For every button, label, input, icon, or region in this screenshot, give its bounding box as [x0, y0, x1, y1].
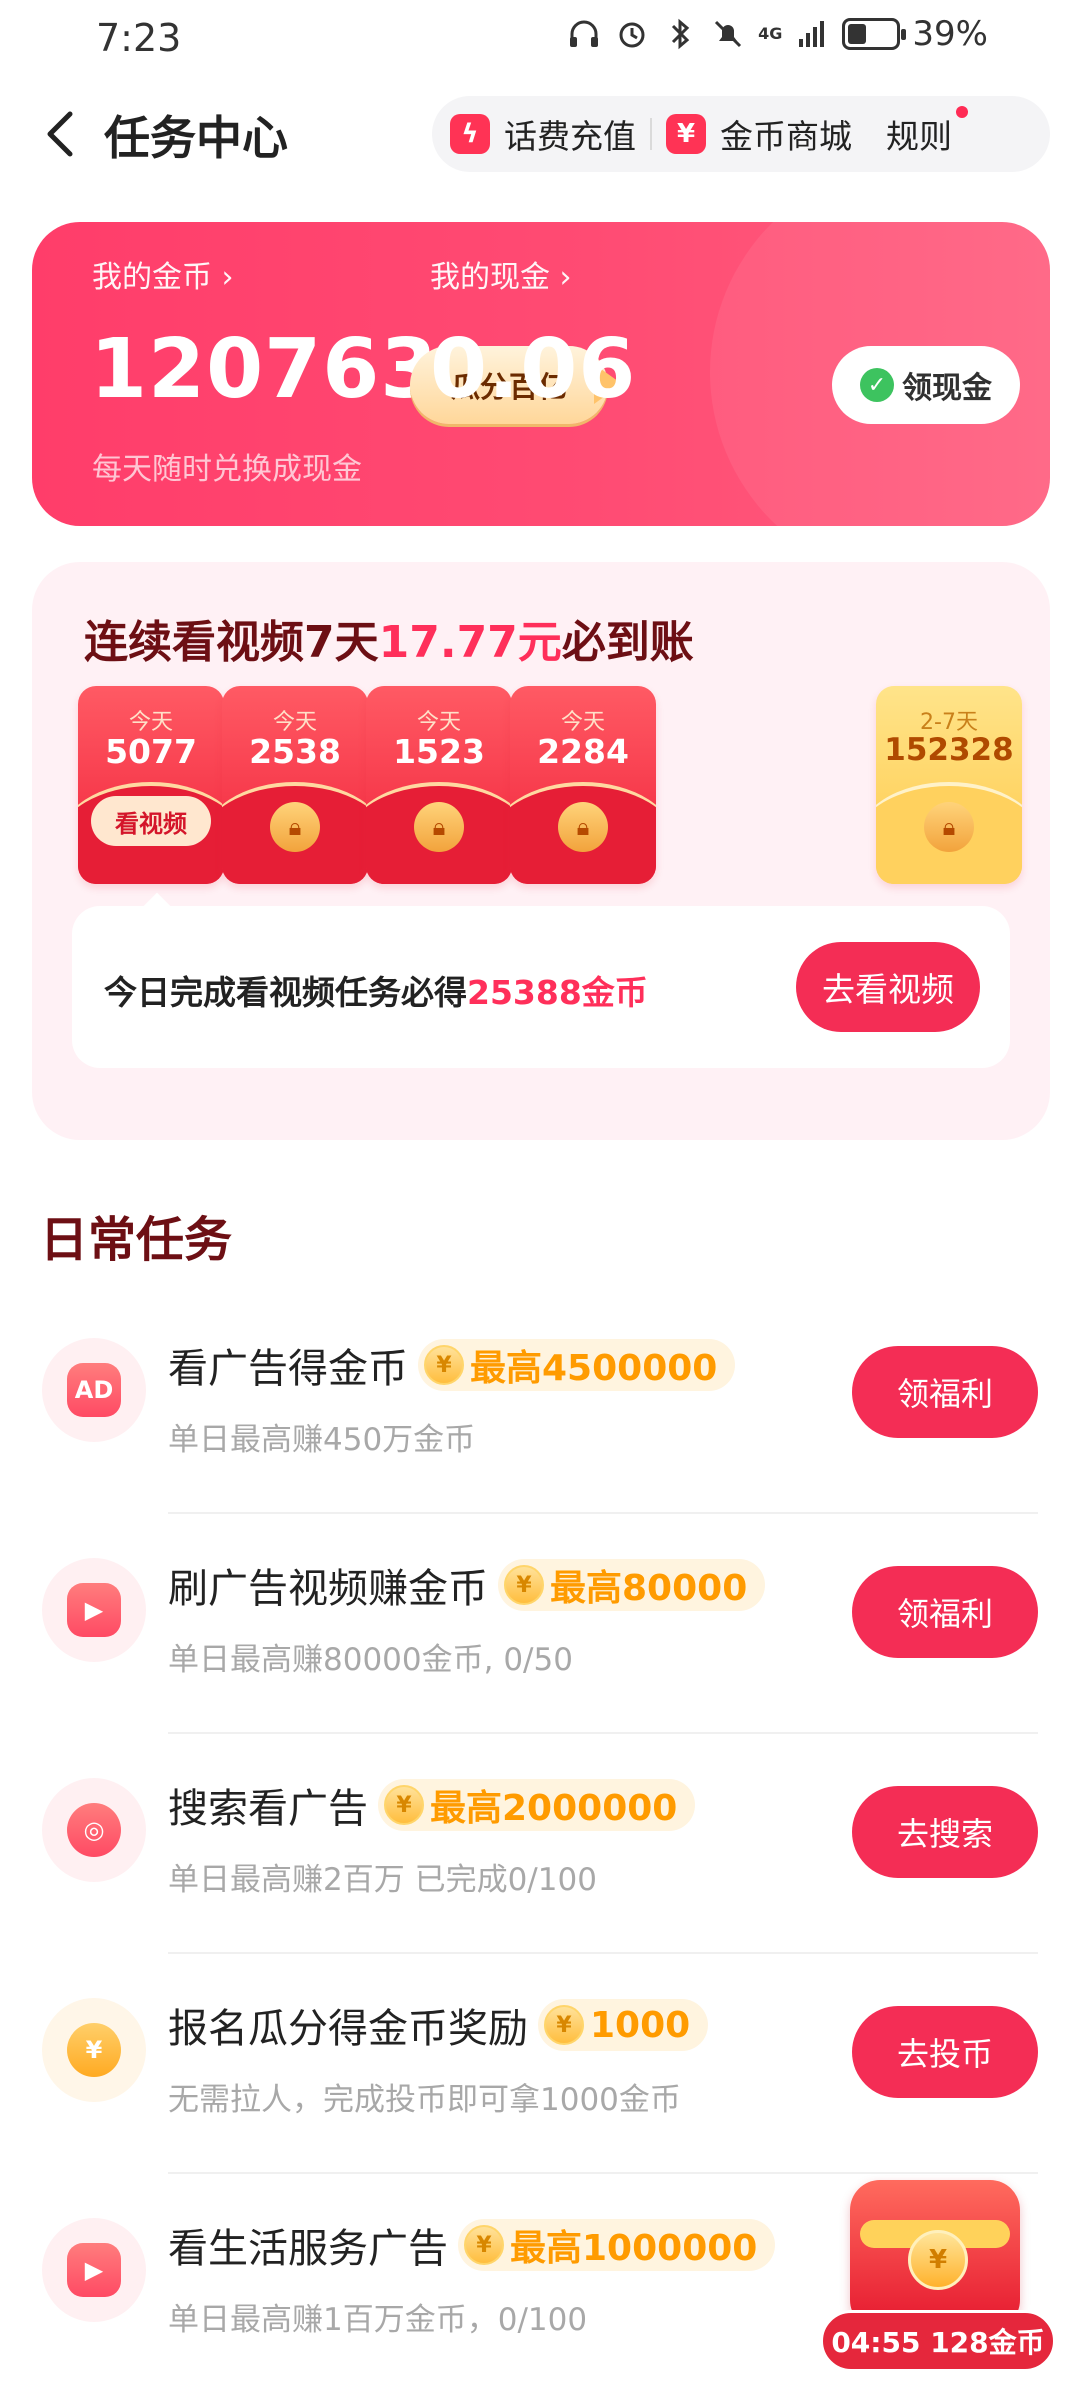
play-icon: ▶ [67, 2243, 121, 2297]
streak-day-envelope: 今天 1523 🔒︎ [366, 686, 512, 884]
task-subtitle: 单日最高赚2百万 已完成0/100 [168, 1862, 597, 1898]
streak-day-envelope: 今天 2538 🔒︎ [222, 686, 368, 884]
envelope-value: 1523 [393, 732, 485, 771]
streak-day-envelope[interactable]: 今天 5077 看视频 [78, 686, 224, 884]
rules-label: 规则 [886, 117, 952, 156]
insert-coin-button[interactable]: 去投币 [852, 2006, 1038, 2098]
task-row: ¥ 报名瓜分得金币奖励 ¥1000 无需拉人，完成投币即可拿1000金币 去投币 [0, 1954, 1080, 2174]
reward-tag: ¥ 最高2000000 [378, 1779, 696, 1831]
search-button[interactable]: 去搜索 [852, 1786, 1038, 1878]
reward-tag: ¥ 最高80000 [498, 1559, 766, 1611]
claim-benefit-button[interactable]: 领福利 [852, 1566, 1038, 1658]
lightning-icon: ϟ [450, 114, 490, 154]
coin-mall-link[interactable]: ¥ 金币商城 [652, 96, 866, 172]
task-title: 报名瓜分得金币奖励 ¥1000 [168, 1996, 709, 2054]
battery-percent: 39% [912, 14, 988, 54]
task-icon-bg: ▶ [42, 1558, 146, 1662]
rules-link[interactable]: 规则 [866, 96, 968, 172]
task-icon-bg: ◎ [42, 1778, 146, 1882]
task-title: 看广告得金币 ¥ 最高4500000 [168, 1336, 736, 1394]
envelope-value: 5077 [105, 732, 197, 771]
envelope-value: 2284 [537, 732, 629, 771]
task-subtitle: 单日最高赚450万金币 [168, 1422, 476, 1458]
alarm-icon [614, 16, 650, 52]
task-subtitle: 单日最高赚1百万金币，0/100 [168, 2302, 588, 2338]
mute-bell-icon [710, 16, 746, 52]
my-coins-link[interactable]: 我的金币 › [92, 252, 234, 296]
streak-bonus-envelope: 2-7天 152328 🔒︎ [876, 686, 1022, 884]
lock-icon: 🔒︎ [924, 802, 974, 852]
streak-title: 连续看视频7天17.77元必到账 [84, 617, 694, 668]
battery-icon [842, 18, 907, 50]
notification-dot [956, 106, 968, 118]
chevron-left-icon [47, 111, 73, 157]
section-title: 日常任务 [40, 1212, 233, 1268]
back-button[interactable] [30, 104, 90, 164]
my-cash-link[interactable]: 我的现金 › [430, 252, 572, 296]
lock-icon: 🔒︎ [558, 802, 608, 852]
page-title: 任务中心 [104, 111, 288, 165]
coin-mall-label: 金币商城 [720, 117, 852, 156]
exchange-hint: 每天随时兑换成现金 [92, 452, 362, 487]
reward-tag: ¥1000 [538, 1999, 709, 2051]
recharge-link[interactable]: ϟ 话费充值 [432, 96, 650, 172]
lock-icon: 🔒︎ [270, 802, 320, 852]
task-row: ◎ 搜索看广告 ¥ 最高2000000 单日最高赚2百万 已完成0/100 去搜索 [0, 1734, 1080, 1954]
status-bar: 7:23 4G 39% [0, 0, 1080, 80]
ad-icon: AD [67, 1363, 121, 1417]
lock-icon: 🔒︎ [414, 802, 464, 852]
header: 任务中心 ϟ 话费充值 ¥ 金币商城 规则 [0, 90, 1080, 180]
coins-value: 120763 [90, 322, 439, 417]
reward-timer: 04:55 128金币 [820, 2310, 1056, 2372]
status-icons: 4G 39% [566, 14, 988, 54]
task-icon-bg: AD [42, 1338, 146, 1442]
wallet-card: 我的金币 › 120763 瓜分百亿 我的现金 › 0.06 ✓ 领现金 每天随… [32, 222, 1050, 526]
task-title: 看生活服务广告 ¥ 最高1000000 [168, 2216, 776, 2274]
wechat-icon: ✓ [860, 368, 894, 402]
coin-icon: ¥ [424, 1345, 464, 1385]
watch-video-tag[interactable]: 看视频 [91, 796, 211, 846]
headphones-icon [566, 16, 602, 52]
bluetooth-icon [662, 16, 698, 52]
task-row: ▶ 刷广告视频赚金币 ¥ 最高80000 单日最高赚80000金币, 0/50 领… [0, 1514, 1080, 1734]
envelope-value: 152328 [884, 732, 1014, 768]
search-play-icon: ◎ [67, 1803, 121, 1857]
today-task-box: 今日完成看视频任务必得25388金币 去看视频 [72, 906, 1010, 1068]
watch-video-button[interactable]: 去看视频 [796, 942, 980, 1032]
yuan-coin-icon: ¥ [67, 2023, 121, 2077]
task-icon-bg: ¥ [42, 1998, 146, 2102]
envelope-value: 2538 [249, 732, 341, 771]
streak-day-envelope: 今天 2284 🔒︎ [510, 686, 656, 884]
chevron-right-icon: › [212, 260, 234, 295]
floating-reward-widget[interactable]: ¥ 04:55 128金币 [820, 2180, 1060, 2380]
coin-icon: ¥ [908, 2230, 968, 2290]
recharge-label: 话费充值 [504, 117, 636, 156]
status-time: 7:23 [96, 16, 182, 60]
coin-icon: ¥ [464, 2225, 504, 2265]
claim-benefit-button[interactable]: 领福利 [852, 1346, 1038, 1438]
task-row: AD 看广告得金币 ¥ 最高4500000 单日最高赚450万金币 领福利 [0, 1294, 1080, 1514]
today-task-text: 今日完成看视频任务必得25388金币 [104, 973, 648, 1012]
task-icon-bg: ▶ [42, 2218, 146, 2322]
reward-tag: ¥ 最高4500000 [418, 1339, 736, 1391]
coin-icon: ¥ [504, 1565, 544, 1605]
reward-tag: ¥ 最高1000000 [458, 2219, 776, 2271]
task-title: 搜索看广告 ¥ 最高2000000 [168, 1776, 696, 1834]
signal-icon [794, 16, 830, 52]
chevron-right-icon: › [550, 260, 572, 295]
network-type: 4G [758, 24, 783, 43]
coin-icon: ¥ [544, 2005, 584, 2045]
task-subtitle: 单日最高赚80000金币, 0/50 [168, 1642, 573, 1678]
task-title: 刷广告视频赚金币 ¥ 最高80000 [168, 1556, 766, 1614]
claim-cash-button[interactable]: ✓ 领现金 [832, 346, 1020, 424]
cash-value: 0.06 [430, 322, 637, 417]
video-streak-panel: 连续看视频7天17.77元必到账 今天 5077 看视频 今天 2538 🔒︎ … [32, 562, 1050, 1140]
ticket-icon: ¥ [666, 114, 706, 154]
video-icon: ▶ [67, 1583, 121, 1637]
header-actions: ϟ 话费充值 ¥ 金币商城 规则 [432, 96, 1050, 172]
task-subtitle: 无需拉人，完成投币即可拿1000金币 [168, 2082, 681, 2118]
coin-icon: ¥ [384, 1785, 424, 1825]
